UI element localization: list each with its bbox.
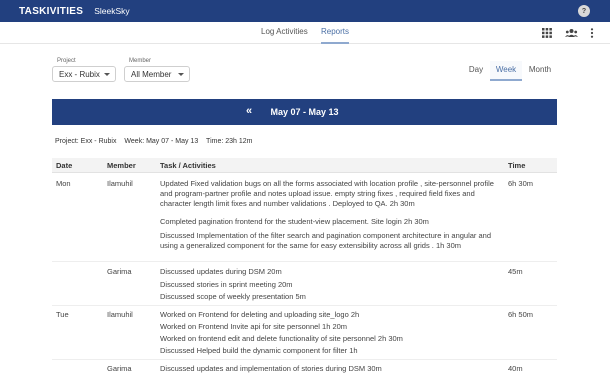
row-time: 6h 30m: [508, 179, 534, 188]
row-member: Ilamuhil: [107, 310, 133, 319]
chevron-down-icon: [104, 73, 110, 76]
row-divider: [52, 359, 557, 360]
row-member: Garima: [107, 267, 132, 276]
member-label: Member: [129, 58, 152, 64]
project-select[interactable]: Exx - Rubix: [52, 66, 116, 82]
summary-time: Time: 23h 12m: [206, 138, 253, 145]
grid-icon[interactable]: [542, 28, 552, 38]
report-header: « May 07 - May 13: [52, 99, 557, 125]
row-time: 45m: [508, 267, 523, 276]
activity-item: Discussed Helped build the dynamic compo…: [160, 346, 358, 355]
activity-item: Discussed scope of weekly presentation 5…: [160, 292, 306, 301]
member-filter: Member All Member: [124, 58, 190, 82]
row-time: 40m: [508, 364, 523, 373]
project-label: Project: [57, 58, 76, 64]
activity-item: Worked on Frontend for deleting and uplo…: [160, 310, 360, 319]
chevron-down-icon: [178, 73, 184, 76]
activity-item: Worked on Frontend Invite api for site p…: [160, 322, 348, 331]
header-member: Member: [107, 161, 136, 170]
top-bar: TASKIVITIES SleekSky ?: [0, 0, 610, 22]
sub-navigation: Log Activities Reports: [0, 22, 610, 44]
period-day-button[interactable]: Day: [465, 61, 487, 81]
period-week-button[interactable]: Week: [490, 61, 522, 81]
brand-logo[interactable]: TASKIVITIES: [19, 6, 83, 17]
summary-project: Project: Exx - Rubix: [55, 138, 117, 145]
activity-item: Discussed Implementation of the filter s…: [160, 231, 492, 250]
row-member: Garima: [107, 364, 132, 373]
header-task: Task / Activities: [160, 161, 216, 170]
org-name: SleekSky: [94, 6, 130, 16]
row-member: Ilamuhil: [107, 179, 133, 188]
row-date: Tue: [56, 310, 69, 319]
project-value: Exx - Rubix: [59, 69, 100, 79]
row-date: Mon: [56, 179, 71, 188]
member-value: All Member: [131, 69, 172, 79]
project-filter: Project Exx - Rubix: [52, 58, 116, 82]
user-avatar[interactable]: ?: [578, 5, 590, 17]
date-range: May 07 - May 13: [270, 107, 339, 117]
activity-item: Worked on frontend edit and delete funct…: [160, 334, 403, 343]
people-icon[interactable]: [565, 28, 578, 38]
header-date: Date: [56, 161, 73, 170]
activity-item: Updated Fixed validation bugs on all the…: [160, 179, 494, 208]
activity-item: Discussed updates and implementation of …: [160, 364, 382, 373]
tab-reports[interactable]: Reports: [321, 22, 350, 44]
activity-item: Completed pagination frontend for the st…: [160, 217, 429, 226]
row-time: 6h 50m: [508, 310, 534, 319]
tab-log-activities[interactable]: Log Activities: [261, 22, 308, 44]
row-divider: [52, 305, 557, 306]
more-vertical-icon[interactable]: [590, 28, 594, 38]
row-divider: [52, 261, 557, 262]
activity-item: Discussed stories in sprint meeting 20m: [160, 280, 293, 289]
table-header: Date Member Task / Activities Time: [52, 158, 557, 173]
period-month-button[interactable]: Month: [526, 61, 554, 81]
summary-week: Week: May 07 - May 13: [124, 138, 199, 145]
report-summary: Project: Exx - Rubix Week: May 07 - May …: [55, 138, 258, 145]
previous-week-icon[interactable]: «: [246, 105, 252, 117]
member-select[interactable]: All Member: [124, 66, 190, 82]
header-time: Time: [508, 161, 526, 170]
activity-item: Discussed updates during DSM 20m: [160, 267, 282, 276]
